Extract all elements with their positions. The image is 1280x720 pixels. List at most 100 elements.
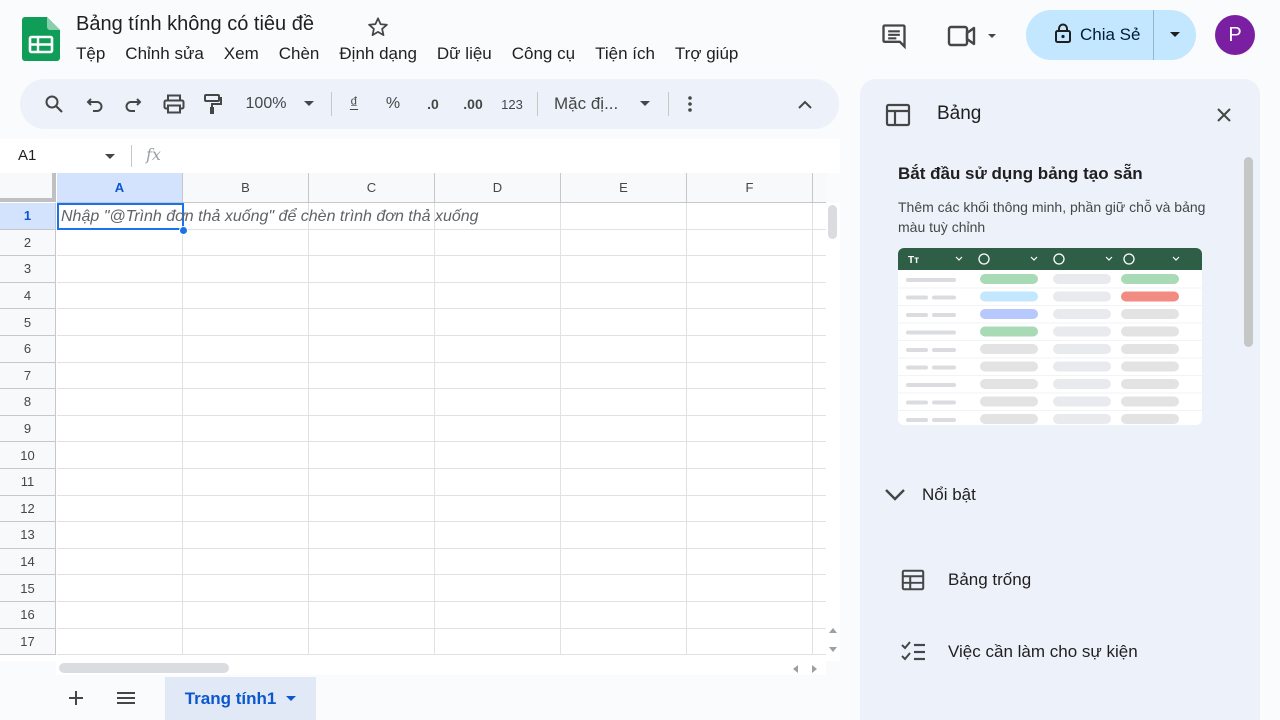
video-call-icon[interactable] bbox=[940, 16, 1004, 56]
grid-cell[interactable] bbox=[57, 522, 183, 549]
menu-view[interactable]: Xem bbox=[214, 42, 269, 66]
avatar[interactable]: P bbox=[1215, 15, 1255, 55]
grid-cell[interactable] bbox=[183, 548, 309, 576]
grid-cell[interactable] bbox=[435, 602, 561, 629]
grid-cell[interactable] bbox=[687, 203, 813, 230]
grid-cell[interactable] bbox=[561, 628, 687, 656]
grid-cell[interactable] bbox=[813, 469, 826, 496]
grid-cell[interactable] bbox=[687, 522, 813, 549]
grid-cell[interactable] bbox=[435, 495, 561, 523]
grid-cell[interactable] bbox=[813, 416, 826, 443]
row-header[interactable]: 5 bbox=[0, 309, 56, 336]
sheets-logo-icon[interactable] bbox=[22, 17, 60, 61]
decrease-decimal-button[interactable]: .0 bbox=[420, 79, 446, 129]
formula-bar[interactable] bbox=[0, 139, 840, 173]
search-menus-icon[interactable] bbox=[40, 79, 68, 129]
grid-cell[interactable] bbox=[561, 362, 687, 390]
grid-cell[interactable] bbox=[57, 229, 183, 257]
share-main-button[interactable]: Chia Sẻ bbox=[1026, 10, 1154, 60]
grid-cell[interactable] bbox=[309, 628, 435, 656]
grid-cell[interactable] bbox=[57, 495, 183, 523]
grid-cell[interactable] bbox=[183, 628, 309, 656]
grid-cell[interactable] bbox=[57, 602, 183, 629]
column-header[interactable]: A bbox=[57, 173, 183, 203]
grid-cell[interactable] bbox=[183, 256, 309, 283]
grid-cell[interactable] bbox=[57, 336, 183, 363]
grid-cell[interactable] bbox=[813, 602, 826, 629]
name-box[interactable]: A1 bbox=[18, 147, 36, 164]
grid-cell[interactable] bbox=[309, 495, 435, 523]
grid-cell[interactable] bbox=[813, 363, 826, 390]
row-header[interactable]: 1 bbox=[0, 203, 56, 230]
number-format-button[interactable]: 123 bbox=[498, 79, 526, 129]
row-header[interactable]: 6 bbox=[0, 336, 56, 363]
vertical-scrollbar-thumb[interactable] bbox=[828, 205, 837, 239]
grid-cell[interactable] bbox=[309, 309, 435, 336]
grid-cell[interactable] bbox=[813, 629, 826, 656]
grid-cell[interactable] bbox=[561, 203, 687, 230]
column-header[interactable] bbox=[813, 173, 826, 203]
grid-cell[interactable] bbox=[435, 415, 561, 443]
grid-cell[interactable] bbox=[687, 548, 813, 576]
grid-cell[interactable] bbox=[309, 362, 435, 390]
percent-format-button[interactable]: % bbox=[382, 79, 404, 129]
redo-icon[interactable] bbox=[120, 79, 146, 129]
grid-cell[interactable] bbox=[687, 495, 813, 523]
row-header[interactable]: 7 bbox=[0, 362, 56, 390]
all-sheets-menu-icon[interactable] bbox=[112, 684, 140, 712]
menu-data[interactable]: Dữ liệu bbox=[427, 42, 502, 66]
grid-cell[interactable] bbox=[813, 442, 826, 469]
grid-cell[interactable] bbox=[561, 282, 687, 310]
grid-cell[interactable] bbox=[561, 469, 687, 496]
grid-cell[interactable] bbox=[183, 602, 309, 629]
row-header[interactable]: 12 bbox=[0, 495, 56, 523]
grid-cell[interactable] bbox=[435, 442, 561, 469]
row-header[interactable]: 4 bbox=[0, 282, 56, 310]
grid-cell[interactable] bbox=[435, 256, 561, 283]
scroll-down-arrow-icon[interactable] bbox=[829, 647, 837, 653]
grid-cell[interactable] bbox=[813, 496, 826, 523]
grid-cell[interactable] bbox=[813, 203, 826, 230]
grid-cell[interactable] bbox=[561, 256, 687, 283]
grid-cell[interactable] bbox=[687, 309, 813, 336]
grid-cell[interactable] bbox=[687, 282, 813, 310]
scroll-right-arrow-icon[interactable] bbox=[812, 665, 818, 673]
grid-cell[interactable] bbox=[435, 628, 561, 656]
share-button[interactable]: Chia Sẻ bbox=[1026, 10, 1196, 60]
grid-cell[interactable] bbox=[309, 229, 435, 257]
grid-cell[interactable] bbox=[183, 389, 309, 416]
grid-cell[interactable] bbox=[813, 309, 826, 336]
grid-cell[interactable] bbox=[435, 336, 561, 363]
grid-cell[interactable] bbox=[561, 389, 687, 416]
grid-cell[interactable] bbox=[309, 415, 435, 443]
grid-cell[interactable] bbox=[57, 628, 183, 656]
row-header[interactable]: 8 bbox=[0, 389, 56, 416]
grid-cell[interactable] bbox=[435, 548, 561, 576]
row-header[interactable]: 16 bbox=[0, 602, 56, 629]
grid-cell[interactable] bbox=[183, 309, 309, 336]
spreadsheet-grid[interactable]: ABCDEF 1 2 3 4 5 6 7 8 9 10 11 12 13 14 15 16 17 Nhập "@… bbox=[0, 173, 826, 661]
grid-cell[interactable] bbox=[57, 548, 183, 576]
menu-help[interactable]: Trợ giúp bbox=[665, 42, 748, 66]
menu-insert[interactable]: Chèn bbox=[269, 42, 330, 66]
grid-cell[interactable] bbox=[183, 415, 309, 443]
template-blank-table[interactable]: Bảng trống bbox=[900, 567, 1031, 593]
grid-cell[interactable] bbox=[813, 256, 826, 283]
grid-cell[interactable] bbox=[57, 469, 183, 496]
grid-cell[interactable] bbox=[183, 442, 309, 469]
grid-cell[interactable] bbox=[57, 442, 183, 469]
select-all-corner[interactable] bbox=[0, 173, 56, 202]
grid-cell[interactable] bbox=[309, 469, 435, 496]
scroll-left-arrow-icon[interactable] bbox=[792, 665, 798, 673]
grid-cell[interactable] bbox=[813, 522, 826, 549]
paint-format-icon[interactable] bbox=[200, 79, 226, 129]
grid-cell[interactable] bbox=[561, 495, 687, 523]
share-dropdown-button[interactable] bbox=[1154, 10, 1196, 60]
grid-cell[interactable] bbox=[687, 628, 813, 656]
grid-cell[interactable] bbox=[183, 469, 309, 496]
grid-cell[interactable] bbox=[183, 575, 309, 602]
grid-cell[interactable] bbox=[183, 362, 309, 390]
menu-file[interactable]: Tệp bbox=[66, 42, 115, 66]
grid-cell[interactable] bbox=[57, 282, 183, 310]
add-sheet-plus-icon[interactable] bbox=[62, 684, 90, 712]
